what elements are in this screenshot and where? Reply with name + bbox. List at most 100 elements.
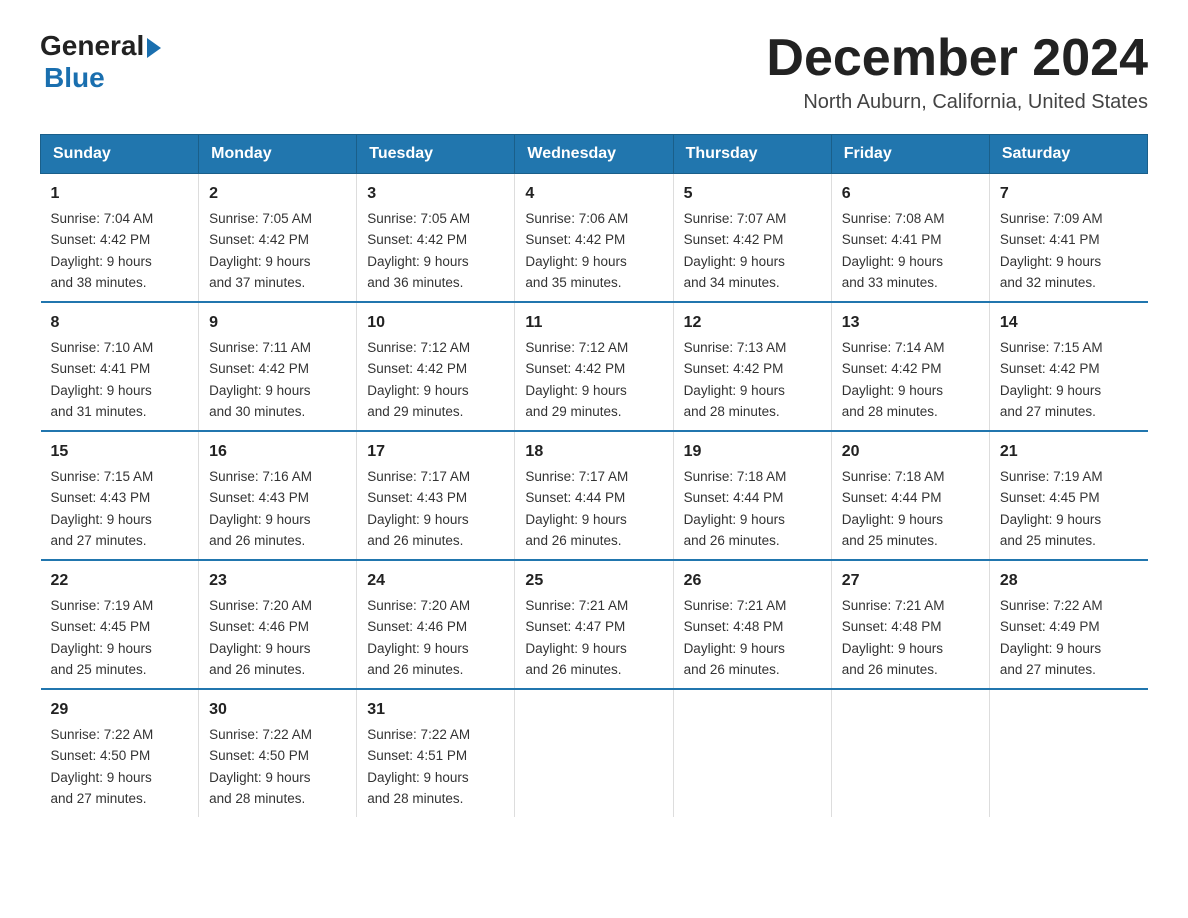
day-info: Sunrise: 7:19 AMSunset: 4:45 PMDaylight:…	[1000, 469, 1103, 548]
calendar-cell: 24 Sunrise: 7:20 AMSunset: 4:46 PMDayligh…	[357, 560, 515, 689]
day-number: 24	[367, 569, 504, 593]
day-number: 16	[209, 440, 346, 464]
day-info: Sunrise: 7:21 AMSunset: 4:47 PMDaylight:…	[525, 598, 628, 677]
logo-blue-text: Blue	[44, 62, 105, 93]
calendar-cell: 5 Sunrise: 7:07 AMSunset: 4:42 PMDaylight…	[673, 174, 831, 303]
day-info: Sunrise: 7:04 AMSunset: 4:42 PMDaylight:…	[51, 211, 154, 290]
calendar-cell: 7 Sunrise: 7:09 AMSunset: 4:41 PMDaylight…	[989, 174, 1147, 303]
weekday-header-thursday: Thursday	[673, 135, 831, 174]
calendar-cell: 16 Sunrise: 7:16 AMSunset: 4:43 PMDayligh…	[199, 431, 357, 560]
calendar-week-row: 22 Sunrise: 7:19 AMSunset: 4:45 PMDayligh…	[41, 560, 1148, 689]
calendar-cell	[831, 689, 989, 817]
day-info: Sunrise: 7:17 AMSunset: 4:43 PMDaylight:…	[367, 469, 470, 548]
day-info: Sunrise: 7:22 AMSunset: 4:49 PMDaylight:…	[1000, 598, 1103, 677]
calendar-cell: 25 Sunrise: 7:21 AMSunset: 4:47 PMDayligh…	[515, 560, 673, 689]
weekday-header-wednesday: Wednesday	[515, 135, 673, 174]
day-number: 19	[684, 440, 821, 464]
day-info: Sunrise: 7:06 AMSunset: 4:42 PMDaylight:…	[525, 211, 628, 290]
calendar-header-row: SundayMondayTuesdayWednesdayThursdayFrid…	[41, 135, 1148, 174]
day-info: Sunrise: 7:16 AMSunset: 4:43 PMDaylight:…	[209, 469, 312, 548]
calendar-cell: 14 Sunrise: 7:15 AMSunset: 4:42 PMDayligh…	[989, 302, 1147, 431]
day-info: Sunrise: 7:12 AMSunset: 4:42 PMDaylight:…	[367, 340, 470, 419]
logo-arrow-icon	[147, 38, 161, 58]
day-info: Sunrise: 7:09 AMSunset: 4:41 PMDaylight:…	[1000, 211, 1103, 290]
day-number: 5	[684, 182, 821, 206]
day-info: Sunrise: 7:07 AMSunset: 4:42 PMDaylight:…	[684, 211, 787, 290]
day-number: 15	[51, 440, 189, 464]
weekday-header-friday: Friday	[831, 135, 989, 174]
calendar-cell: 1Sunrise: 7:04 AMSunset: 4:42 PMDaylight…	[41, 174, 199, 303]
day-number: 10	[367, 311, 504, 335]
calendar-cell: 29Sunrise: 7:22 AMSunset: 4:50 PMDayligh…	[41, 689, 199, 817]
day-number: 25	[525, 569, 662, 593]
calendar-cell: 20 Sunrise: 7:18 AMSunset: 4:44 PMDayligh…	[831, 431, 989, 560]
day-number: 6	[842, 182, 979, 206]
day-number: 9	[209, 311, 346, 335]
day-number: 21	[1000, 440, 1138, 464]
calendar-cell: 11Sunrise: 7:12 AMSunset: 4:42 PMDayligh…	[515, 302, 673, 431]
day-info: Sunrise: 7:05 AMSunset: 4:42 PMDaylight:…	[367, 211, 470, 290]
day-number: 12	[684, 311, 821, 335]
day-number: 14	[1000, 311, 1138, 335]
day-number: 29	[51, 698, 189, 722]
day-info: Sunrise: 7:19 AMSunset: 4:45 PMDaylight:…	[51, 598, 154, 677]
calendar-cell: 22 Sunrise: 7:19 AMSunset: 4:45 PMDayligh…	[41, 560, 199, 689]
calendar-cell: 27 Sunrise: 7:21 AMSunset: 4:48 PMDayligh…	[831, 560, 989, 689]
day-number: 4	[525, 182, 662, 206]
day-info: Sunrise: 7:05 AMSunset: 4:42 PMDaylight:…	[209, 211, 312, 290]
calendar-week-row: 1Sunrise: 7:04 AMSunset: 4:42 PMDaylight…	[41, 174, 1148, 303]
day-number: 13	[842, 311, 979, 335]
day-info: Sunrise: 7:17 AMSunset: 4:44 PMDaylight:…	[525, 469, 628, 548]
day-info: Sunrise: 7:22 AMSunset: 4:51 PMDaylight:…	[367, 727, 470, 806]
calendar-cell: 8Sunrise: 7:10 AMSunset: 4:41 PMDaylight…	[41, 302, 199, 431]
day-info: Sunrise: 7:15 AMSunset: 4:43 PMDaylight:…	[51, 469, 154, 548]
calendar-cell: 3 Sunrise: 7:05 AMSunset: 4:42 PMDaylight…	[357, 174, 515, 303]
calendar-cell: 30 Sunrise: 7:22 AMSunset: 4:50 PMDayligh…	[199, 689, 357, 817]
calendar-month-year: December 2024	[766, 30, 1148, 87]
calendar-table: SundayMondayTuesdayWednesdayThursdayFrid…	[40, 134, 1148, 817]
page-header: General Blue December 2024 North Auburn,…	[40, 30, 1148, 114]
day-info: Sunrise: 7:08 AMSunset: 4:41 PMDaylight:…	[842, 211, 945, 290]
calendar-title-block: December 2024 North Auburn, California, …	[766, 30, 1148, 114]
day-number: 2	[209, 182, 346, 206]
day-info: Sunrise: 7:13 AMSunset: 4:42 PMDaylight:…	[684, 340, 787, 419]
calendar-cell: 19 Sunrise: 7:18 AMSunset: 4:44 PMDayligh…	[673, 431, 831, 560]
day-number: 20	[842, 440, 979, 464]
calendar-cell	[515, 689, 673, 817]
day-number: 23	[209, 569, 346, 593]
weekday-header-monday: Monday	[199, 135, 357, 174]
day-info: Sunrise: 7:18 AMSunset: 4:44 PMDaylight:…	[684, 469, 787, 548]
day-number: 30	[209, 698, 346, 722]
calendar-cell: 31 Sunrise: 7:22 AMSunset: 4:51 PMDayligh…	[357, 689, 515, 817]
day-number: 27	[842, 569, 979, 593]
day-info: Sunrise: 7:14 AMSunset: 4:42 PMDaylight:…	[842, 340, 945, 419]
calendar-cell: 6 Sunrise: 7:08 AMSunset: 4:41 PMDaylight…	[831, 174, 989, 303]
calendar-cell	[673, 689, 831, 817]
calendar-cell: 23Sunrise: 7:20 AMSunset: 4:46 PMDayligh…	[199, 560, 357, 689]
calendar-cell: 9 Sunrise: 7:11 AMSunset: 4:42 PMDaylight…	[199, 302, 357, 431]
calendar-cell: 15 Sunrise: 7:15 AMSunset: 4:43 PMDayligh…	[41, 431, 199, 560]
day-info: Sunrise: 7:10 AMSunset: 4:41 PMDaylight:…	[51, 340, 154, 419]
day-info: Sunrise: 7:18 AMSunset: 4:44 PMDaylight:…	[842, 469, 945, 548]
day-number: 3	[367, 182, 504, 206]
calendar-location: North Auburn, California, United States	[766, 91, 1148, 114]
day-info: Sunrise: 7:22 AMSunset: 4:50 PMDaylight:…	[209, 727, 312, 806]
weekday-header-sunday: Sunday	[41, 135, 199, 174]
calendar-cell: 12 Sunrise: 7:13 AMSunset: 4:42 PMDayligh…	[673, 302, 831, 431]
day-info: Sunrise: 7:21 AMSunset: 4:48 PMDaylight:…	[842, 598, 945, 677]
day-number: 22	[51, 569, 189, 593]
day-number: 18	[525, 440, 662, 464]
calendar-cell: 13 Sunrise: 7:14 AMSunset: 4:42 PMDayligh…	[831, 302, 989, 431]
day-info: Sunrise: 7:12 AMSunset: 4:42 PMDaylight:…	[525, 340, 628, 419]
day-number: 28	[1000, 569, 1138, 593]
day-number: 26	[684, 569, 821, 593]
day-number: 17	[367, 440, 504, 464]
day-number: 31	[367, 698, 504, 722]
calendar-cell: 17 Sunrise: 7:17 AMSunset: 4:43 PMDayligh…	[357, 431, 515, 560]
calendar-cell	[989, 689, 1147, 817]
day-info: Sunrise: 7:11 AMSunset: 4:42 PMDaylight:…	[209, 340, 311, 419]
day-number: 7	[1000, 182, 1138, 206]
day-info: Sunrise: 7:20 AMSunset: 4:46 PMDaylight:…	[367, 598, 470, 677]
calendar-cell: 2 Sunrise: 7:05 AMSunset: 4:42 PMDaylight…	[199, 174, 357, 303]
day-info: Sunrise: 7:15 AMSunset: 4:42 PMDaylight:…	[1000, 340, 1103, 419]
